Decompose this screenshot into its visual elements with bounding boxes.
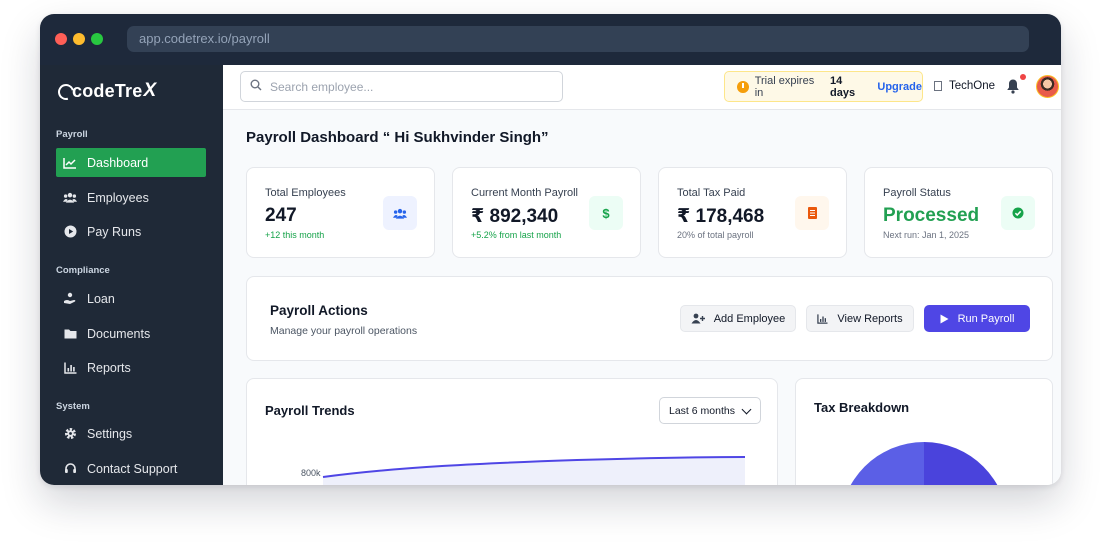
panel-title: Payroll Actions xyxy=(270,303,368,318)
sidebar-item-documents[interactable]: Documents xyxy=(56,319,206,348)
trial-banner: Trial expires in 14 days Upgrade xyxy=(724,71,923,102)
search-box[interactable] xyxy=(240,71,563,102)
folder-icon xyxy=(63,327,77,341)
sidebar-item-reports[interactable]: Reports xyxy=(56,353,206,382)
payroll-trends-card: Payroll Trends Last 6 months 800k xyxy=(246,378,778,485)
hand-holding-coin-icon xyxy=(63,292,77,306)
receipt-icon xyxy=(795,196,829,230)
sidebar-item-label: Contact Support xyxy=(87,461,178,476)
sidebar-item-label: Employees xyxy=(87,190,149,205)
search-input[interactable] xyxy=(270,79,540,94)
select-value: Last 6 months xyxy=(669,404,735,417)
stat-card-payroll-status: Payroll Status Processed Next run: Jan 1… xyxy=(864,167,1053,258)
company-switcher[interactable]: TechOne xyxy=(934,80,995,92)
page-title: Payroll Dashboard “ Hi Sukhvinder Singh” xyxy=(246,129,549,146)
check-circle-icon xyxy=(1001,196,1035,230)
sidebar-item-employees[interactable]: Employees xyxy=(56,183,206,212)
stat-subtext: Next run: Jan 1, 2025 xyxy=(883,230,970,240)
browser-window: app.codetrex.io/payroll codeTre X Payrol… xyxy=(40,14,1061,485)
chevron-down-icon xyxy=(741,404,752,415)
stat-subtext: 20% of total payroll xyxy=(677,230,754,240)
stat-label: Total Tax Paid xyxy=(677,187,746,199)
chart-line-icon xyxy=(63,156,77,170)
top-bar: Trial expires in 14 days Upgrade TechOne xyxy=(223,65,1061,110)
pie-slice xyxy=(850,442,924,485)
address-bar[interactable]: app.codetrex.io/payroll xyxy=(127,26,1029,52)
company-name: TechOne xyxy=(949,80,996,92)
stat-value: ₹ 892,340 xyxy=(471,206,559,227)
sidebar-section-payroll: Payroll xyxy=(56,129,88,140)
sidebar-item-loan[interactable]: Loan xyxy=(56,284,206,313)
stat-value: Processed xyxy=(883,205,980,226)
sidebar-section-compliance: Compliance xyxy=(56,265,110,276)
button-label: Add Employee xyxy=(713,312,786,325)
user-plus-icon xyxy=(691,313,705,324)
notification-dot xyxy=(1020,74,1026,80)
brand-logo[interactable]: codeTre X xyxy=(55,79,157,103)
button-label: View Reports xyxy=(837,312,903,325)
run-payroll-button[interactable]: Run Payroll xyxy=(924,305,1030,332)
button-label: Run Payroll xyxy=(957,312,1015,325)
sidebar-item-pay-runs[interactable]: Pay Runs xyxy=(56,217,206,246)
clock-icon xyxy=(737,80,749,93)
headset-icon xyxy=(63,462,77,476)
trial-days: 14 days xyxy=(830,74,856,99)
upgrade-link[interactable]: Upgrade xyxy=(877,81,922,93)
sidebar-item-contact-support[interactable]: Contact Support xyxy=(56,454,206,483)
sidebar-item-label: Documents xyxy=(87,326,151,341)
stat-value: ₹ 178,468 xyxy=(677,206,765,227)
notification-bell-icon[interactable] xyxy=(1006,78,1022,96)
minimize-window-button[interactable] xyxy=(73,33,85,45)
sidebar: codeTre X Payroll Dashboard Employees Pa… xyxy=(40,65,223,485)
bar-chart-icon xyxy=(63,361,77,375)
add-employee-button[interactable]: Add Employee xyxy=(680,305,796,332)
sidebar-item-label: Reports xyxy=(87,360,131,375)
main-content: Trial expires in 14 days Upgrade TechOne… xyxy=(223,65,1061,485)
payroll-trend-chart xyxy=(322,456,746,485)
view-reports-button[interactable]: View Reports xyxy=(806,305,914,332)
stat-subtext: +5.2% from last month xyxy=(471,230,562,240)
panel-subtitle: Manage your payroll operations xyxy=(270,325,418,337)
users-icon xyxy=(63,191,77,205)
sidebar-item-label: Pay Runs xyxy=(87,224,142,239)
gear-icon xyxy=(63,427,77,441)
stat-value: 247 xyxy=(265,205,297,226)
stat-card-total-employees: Total Employees 247 +12 this month xyxy=(246,167,435,258)
maximize-window-button[interactable] xyxy=(91,33,103,45)
bar-chart-icon xyxy=(817,313,828,324)
trial-prefix: Trial expires in xyxy=(754,74,815,99)
card-title: Payroll Trends xyxy=(265,403,355,418)
stat-label: Total Employees xyxy=(265,187,346,199)
user-avatar[interactable] xyxy=(1036,75,1059,98)
sidebar-item-dashboard[interactable]: Dashboard xyxy=(56,148,206,177)
tax-breakdown-pie xyxy=(850,442,998,485)
sidebar-section-system: System xyxy=(56,401,90,412)
stat-label: Payroll Status xyxy=(883,187,951,199)
search-icon xyxy=(250,78,262,96)
payroll-actions-panel: Payroll Actions Manage your payroll oper… xyxy=(246,276,1053,361)
stat-card-current-month-payroll: Current Month Payroll ₹ 892,340 +5.2% fr… xyxy=(452,167,641,258)
sidebar-item-settings[interactable]: Settings xyxy=(56,419,206,448)
pie-slice xyxy=(924,442,998,485)
brand-name: codeTre xyxy=(72,80,143,101)
browser-titlebar: app.codetrex.io/payroll xyxy=(40,14,1061,65)
close-window-button[interactable] xyxy=(55,33,67,45)
play-icon xyxy=(940,314,949,324)
date-range-select[interactable]: Last 6 months xyxy=(659,397,761,424)
stat-subtext: +12 this month xyxy=(265,230,325,240)
brand-mark: X xyxy=(143,80,157,101)
building-icon xyxy=(934,81,942,91)
sidebar-item-label: Settings xyxy=(87,426,133,441)
stat-card-total-tax-paid: Total Tax Paid ₹ 178,468 20% of total pa… xyxy=(658,167,847,258)
sidebar-item-label: Dashboard xyxy=(87,155,149,170)
sidebar-item-label: Loan xyxy=(87,291,115,306)
stat-label: Current Month Payroll xyxy=(471,187,578,199)
tax-breakdown-card: Tax Breakdown xyxy=(795,378,1053,485)
play-circle-icon xyxy=(63,225,77,239)
dollar-icon: $ xyxy=(589,196,623,230)
users-icon xyxy=(383,196,417,230)
